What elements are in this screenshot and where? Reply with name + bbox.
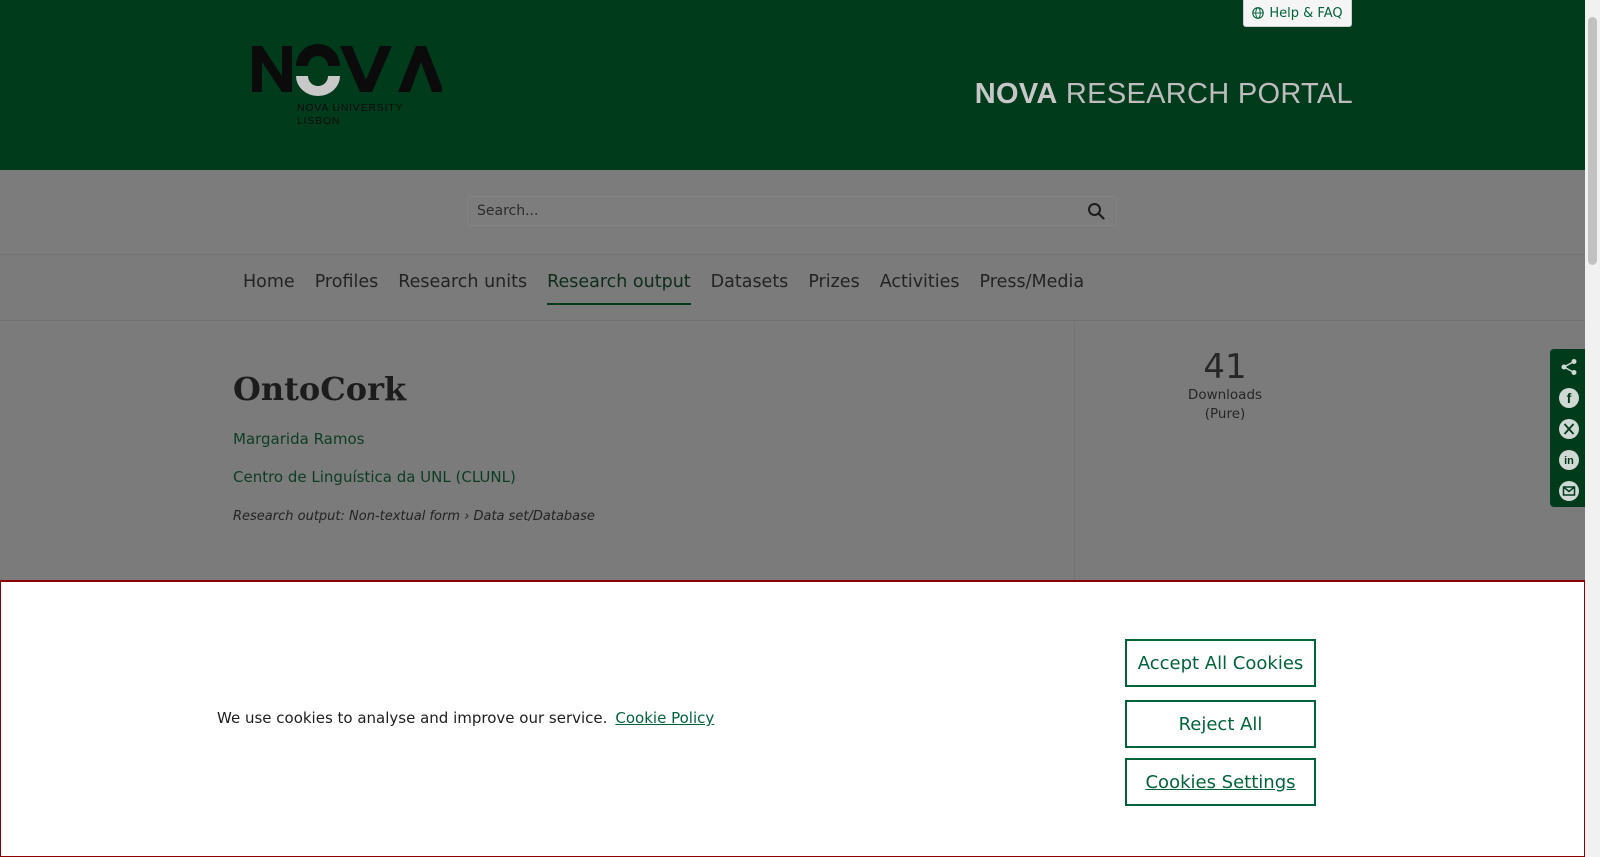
page-scrollbar[interactable] [1585, 0, 1600, 857]
downloads-label: Downloads [1187, 387, 1263, 403]
linkedin-icon[interactable]: in [1557, 448, 1581, 472]
nav-item-activities[interactable]: Activities [870, 255, 970, 321]
nav-item-research-units[interactable]: Research units [388, 255, 537, 321]
svg-text:in: in [1564, 455, 1574, 467]
search-button[interactable] [1076, 197, 1116, 225]
search-band [0, 170, 1585, 255]
svg-text:f: f [1567, 390, 1572, 406]
x-twitter-icon[interactable] [1557, 417, 1581, 441]
help-faq-label: Help & FAQ [1269, 5, 1343, 21]
search-box [467, 196, 1117, 226]
cookie-message: We use cookies to analyse and improve ou… [217, 709, 714, 727]
downloads-count: 41 [1203, 347, 1247, 387]
help-faq-button[interactable]: Help & FAQ [1243, 0, 1352, 27]
nav-item-profiles[interactable]: Profiles [305, 255, 389, 321]
cookie-policy-link[interactable]: Cookie Policy [615, 709, 714, 727]
email-icon[interactable] [1557, 479, 1581, 503]
reject-all-button[interactable]: Reject All [1125, 700, 1316, 748]
main-nav: Home Profiles Research units Research ou… [0, 255, 1585, 321]
globe-icon [1252, 7, 1265, 19]
accept-all-cookies-button[interactable]: Accept All Cookies [1125, 639, 1316, 687]
page-title: OntoCork [233, 370, 407, 408]
search-input[interactable] [468, 203, 1076, 219]
author-link[interactable]: Margarida Ramos [233, 430, 364, 448]
logo-subtitle: NOVA UNIVERSITY LISBON [297, 102, 404, 127]
research-output-detail: OntoCork Margarida Ramos Centro de Lingu… [0, 322, 1585, 580]
scrollbar-thumb[interactable] [1588, 17, 1597, 265]
downloads-metric: 41 Downloads (Pure) [1182, 348, 1268, 424]
nova-logo-mark [252, 44, 444, 96]
nav-item-datasets[interactable]: Datasets [701, 255, 799, 321]
research-unit-link[interactable]: Centro de Linguística da UNL (CLUNL) [233, 468, 516, 486]
share-bar: f in [1550, 349, 1588, 507]
nav-item-press-media[interactable]: Press/Media [970, 255, 1095, 321]
nav-item-home[interactable]: Home [243, 255, 305, 321]
downloads-source: (Pure) [1204, 406, 1246, 422]
cookie-message-text: We use cookies to analyse and improve ou… [217, 709, 608, 727]
search-icon [1088, 203, 1105, 220]
share-icon[interactable] [1557, 355, 1581, 379]
nav-item-prizes[interactable]: Prizes [798, 255, 869, 321]
cookies-settings-button[interactable]: Cookies Settings [1125, 758, 1316, 806]
portal-title: NOVA RESEARCH PORTAL [974, 78, 1353, 110]
facebook-icon[interactable]: f [1557, 386, 1581, 410]
output-type: Research output: Non-textual form › Data… [233, 509, 595, 524]
nav-item-research-output[interactable]: Research output [537, 255, 701, 321]
cookie-banner: We use cookies to analyse and improve ou… [0, 580, 1585, 857]
site-header: Help & FAQ NOVA UNIVERSITY LISBON NOVA R… [0, 0, 1585, 170]
nova-logo[interactable]: NOVA UNIVERSITY LISBON [252, 42, 444, 134]
content-divider [1074, 322, 1075, 580]
